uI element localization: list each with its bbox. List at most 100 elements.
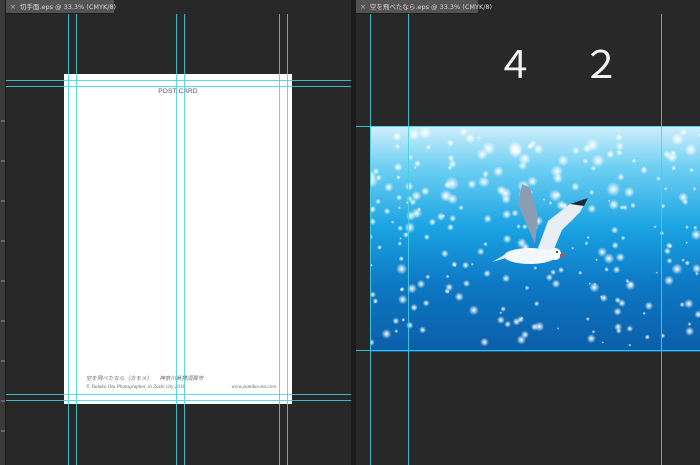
guide-vertical[interactable] [370, 14, 371, 465]
sparkle [501, 209, 512, 220]
sparkle [615, 252, 625, 262]
sparkle [585, 138, 600, 152]
guide-vertical[interactable] [661, 14, 662, 465]
website-text: www.yumiko-ota.com [231, 384, 276, 390]
guide-vertical[interactable] [68, 14, 69, 465]
sparkle [613, 307, 622, 316]
sparkle [619, 205, 625, 210]
guide-vertical[interactable] [408, 14, 409, 465]
close-icon[interactable]: × [10, 0, 16, 14]
sparkle [626, 325, 634, 332]
sparkle [584, 241, 589, 246]
sparkle [542, 198, 546, 201]
sparkle [533, 300, 540, 307]
guide-horizontal[interactable] [356, 350, 700, 351]
sparkle [597, 247, 608, 257]
seagull-photo[interactable] [370, 126, 700, 352]
sparkle [511, 209, 519, 217]
document-window-left[interactable]: × 切手面.eps @ 33.3% (CMYK/8) POST CARD 空を飛… [6, 0, 351, 465]
sparkle [687, 322, 692, 327]
sparkle [445, 274, 450, 279]
sparkle [397, 225, 404, 232]
sparkle [611, 241, 619, 249]
document-tab-right[interactable]: × 空を飛べたなら.eps @ 33.3% (CMYK/8) [356, 0, 492, 14]
sparkle [476, 247, 485, 256]
sparkle [533, 143, 544, 154]
sparkle [381, 328, 392, 339]
sparkle [449, 214, 457, 222]
sparkle [447, 223, 454, 231]
sparkle [684, 298, 694, 309]
guide-horizontal[interactable] [6, 394, 351, 395]
sparkle [611, 226, 619, 234]
document-canvas-right[interactable]: ４ ２ [356, 14, 700, 465]
document-window-right[interactable]: × 空を飛べたなら.eps @ 33.3% (CMYK/8) ４ ２ [356, 0, 700, 465]
sparkle [501, 274, 511, 283]
sparkle [518, 161, 528, 171]
document-tab-left[interactable]: × 切手面.eps @ 33.3% (CMYK/8) [6, 0, 116, 14]
sparkle [550, 164, 564, 178]
photo-caption: 空を飛べたなら（カモメ） 神奈川県横須賀市 [86, 374, 209, 382]
sparkle [459, 127, 468, 137]
sparkle [399, 286, 405, 292]
sparkle [447, 193, 458, 205]
sparkle [671, 263, 683, 275]
sparkle [420, 186, 430, 196]
sparkle [375, 198, 381, 205]
sparkle [545, 273, 553, 281]
close-icon[interactable]: × [360, 0, 366, 14]
sparkle [483, 214, 492, 223]
guide-horizontal[interactable] [6, 86, 351, 87]
sparkle [384, 182, 394, 192]
sparkle [397, 241, 403, 246]
sparkle [445, 283, 454, 292]
sparkle [631, 158, 637, 164]
credit-line: © Yumiko Ota Photographer, in Zushi city… [86, 384, 276, 390]
guide-horizontal[interactable] [356, 126, 700, 127]
sparkle [694, 310, 700, 319]
guide-vertical[interactable] [76, 14, 77, 465]
guide-vertical[interactable] [279, 14, 280, 465]
sparkle [691, 263, 700, 274]
sparkle [644, 301, 654, 311]
guide-horizontal[interactable] [6, 400, 351, 401]
sparkle [681, 258, 685, 262]
sparkle [653, 225, 657, 229]
sparkle [419, 326, 427, 334]
sparkle [524, 285, 530, 291]
sparkle [520, 316, 524, 320]
sparkle [551, 279, 561, 289]
sparkle [375, 174, 382, 181]
sparkle [690, 229, 700, 241]
sparkle [512, 317, 521, 326]
sparkle [501, 194, 511, 205]
sparkle [612, 266, 621, 274]
guide-vertical[interactable] [176, 14, 177, 465]
sparkle [534, 321, 545, 332]
document-canvas-left[interactable]: POST CARD 空を飛べたなら（カモメ） 神奈川県横須賀市 © Yumiko… [6, 14, 351, 465]
guide-vertical[interactable] [287, 14, 288, 465]
sparkle [478, 176, 490, 188]
sparkle [614, 322, 623, 331]
sparkle [615, 142, 624, 151]
sparkle [684, 260, 690, 266]
sparkle [392, 131, 402, 142]
photoshop-workspace: × 切手面.eps @ 33.3% (CMYK/8) POST CARD 空を飛… [0, 0, 700, 465]
sparkle [411, 190, 422, 202]
sparkle [589, 282, 600, 293]
postcard-artboard[interactable]: POST CARD 空を飛べたなら（カモメ） 神奈川県横須賀市 © Yumiko… [64, 74, 292, 404]
sparkle [404, 222, 416, 233]
caption-title: 空を飛べたなら（カモメ） [86, 376, 153, 382]
credit-text: © Yumiko Ota Photographer, in Zushi city… [86, 384, 186, 390]
sparkle [502, 234, 512, 244]
sparkle [452, 263, 457, 267]
sparkle [393, 162, 403, 172]
sparkle [671, 165, 677, 171]
sparkle [617, 173, 625, 181]
sparkle [397, 206, 402, 210]
sparkle [556, 327, 560, 330]
guide-horizontal[interactable] [6, 80, 351, 81]
guide-vertical[interactable] [184, 14, 185, 465]
sparkle [508, 140, 523, 156]
sparkle [555, 192, 561, 198]
